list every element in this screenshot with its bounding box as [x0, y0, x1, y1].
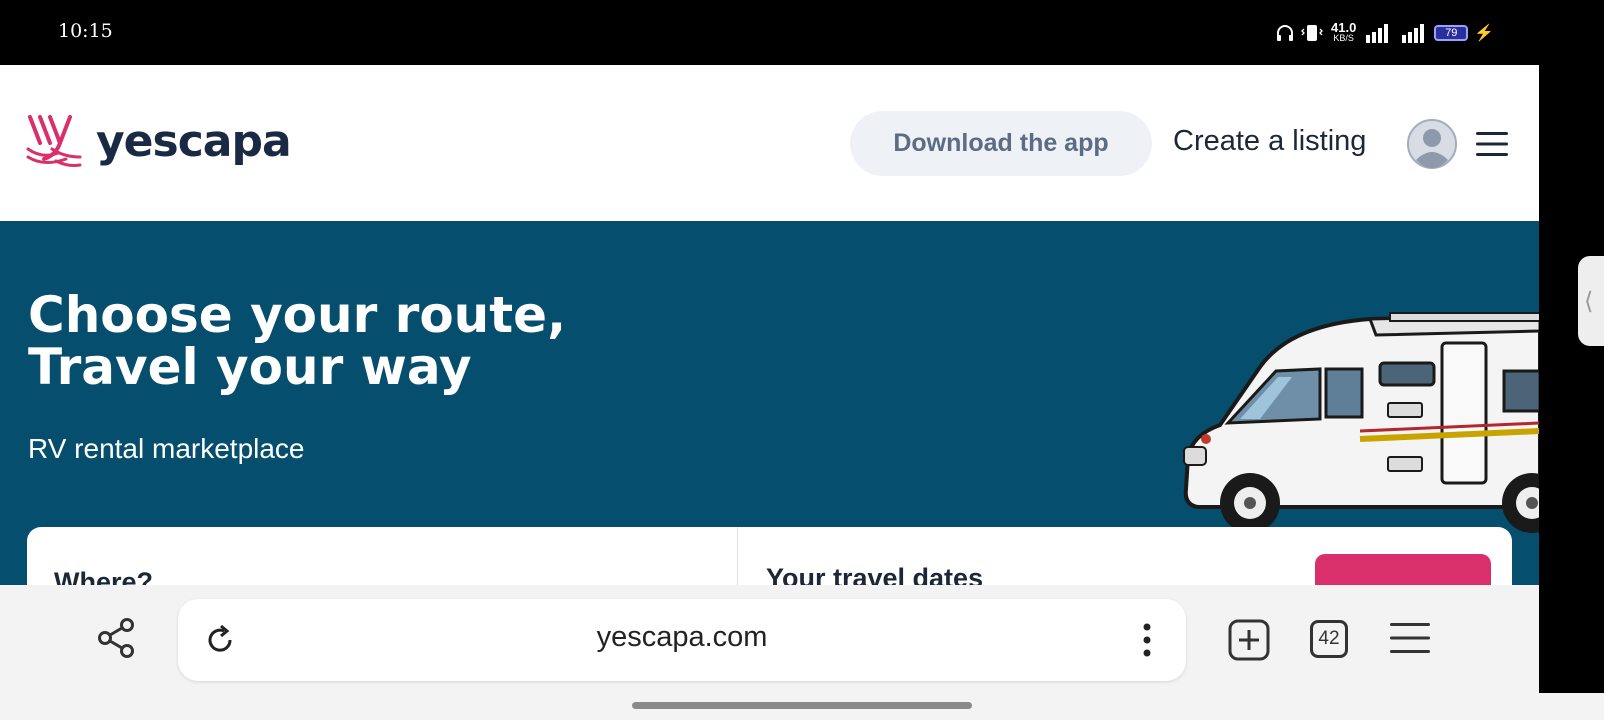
side-panel-handle[interactable]: ⟨: [1578, 256, 1604, 346]
wifi-signal-icon: [1402, 24, 1425, 43]
hero-title: Choose your route, Travel your way: [28, 286, 567, 396]
logo-text: yescapa: [96, 115, 292, 167]
url-text[interactable]: yescapa.com: [178, 621, 1186, 654]
search-card: Where? Your travel dates: [27, 527, 1512, 585]
browser-menu-icon[interactable]: [1390, 621, 1430, 655]
search-button[interactable]: [1315, 554, 1491, 585]
yescapa-logo-icon: [26, 115, 82, 167]
vibrate-icon: [1301, 25, 1323, 41]
browser-toolbar: yescapa.com 42: [0, 585, 1539, 693]
where-field-label[interactable]: Where?: [54, 567, 153, 585]
web-page: yescapa Download the app Create a listin…: [0, 65, 1539, 585]
site-menu-icon[interactable]: [1476, 131, 1508, 157]
address-bar[interactable]: yescapa.com: [178, 599, 1186, 681]
tab-switcher-button[interactable]: 42: [1310, 620, 1348, 658]
site-header: yescapa Download the app Create a listin…: [0, 65, 1539, 221]
yescapa-logo[interactable]: yescapa: [26, 113, 292, 169]
download-app-button[interactable]: Download the app: [850, 111, 1152, 176]
home-indicator[interactable]: [632, 702, 972, 709]
search-divider: [737, 527, 738, 585]
right-edge-area: [1539, 65, 1604, 693]
new-tab-icon[interactable]: [1228, 619, 1270, 661]
status-bar: 10:15 41.0 KB/S 79 ⚡: [0, 0, 1604, 65]
travel-dates-label[interactable]: Your travel dates: [766, 563, 983, 585]
network-speed: 41.0 KB/S: [1331, 20, 1357, 43]
more-options-icon[interactable]: [1142, 622, 1152, 658]
network-speed-unit: KB/S: [1333, 33, 1354, 43]
headphones-icon: [1277, 25, 1293, 41]
hero-subtitle: RV rental marketplace: [28, 433, 305, 464]
share-icon[interactable]: [96, 617, 136, 659]
signal-icon: [1366, 24, 1389, 43]
user-avatar-icon[interactable]: [1406, 118, 1458, 170]
create-listing-link[interactable]: Create a listing: [1173, 125, 1366, 158]
battery-icon: 79: [1434, 25, 1469, 41]
status-time: 10:15: [58, 20, 113, 42]
status-icons: 41.0 KB/S 79 ⚡: [1275, 20, 1494, 46]
charging-icon: ⚡: [1474, 25, 1495, 42]
network-speed-value: 41.0: [1331, 20, 1357, 35]
camper-van-illustration: [1183, 312, 1539, 533]
